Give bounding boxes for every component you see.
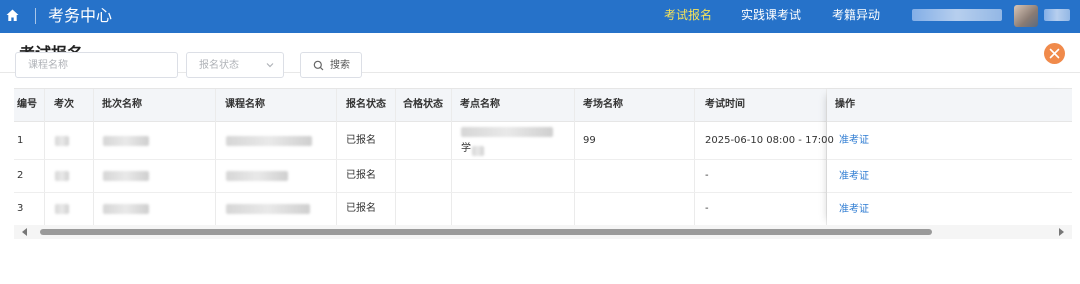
exam-room: 99 — [583, 135, 596, 146]
registration-status: 已报名 — [346, 135, 376, 146]
batch-name-redacted — [103, 171, 149, 181]
exam-site-redacted — [472, 146, 484, 156]
scroll-right-icon[interactable] — [1058, 228, 1064, 236]
batch-name-redacted — [103, 204, 149, 214]
row-number: 3 — [17, 203, 24, 214]
session-redacted — [55, 136, 69, 146]
nav-status-change[interactable]: 考籍异动 — [832, 7, 880, 23]
chevron-down-icon — [266, 63, 274, 68]
registration-table: 编号 考次 批次名称 课程名称 报名状态 合格状态 考点名称 考场名称 考试时间… — [14, 88, 1072, 228]
col-registration-status: 报名状态 — [346, 99, 386, 110]
course-name-redacted — [226, 136, 312, 146]
col-batch-name: 批次名称 — [102, 99, 142, 110]
course-name-redacted — [226, 204, 310, 214]
session-redacted — [55, 204, 69, 214]
course-name-placeholder: 课程名称 — [28, 60, 68, 71]
app-title: 考务中心 — [48, 6, 113, 25]
exam-time: - — [705, 203, 709, 214]
top-navigation-bar: 考务中心 考试报名 实践课考试 考籍异动 — [0, 0, 1080, 33]
exam-site-suffix: 学 — [461, 143, 471, 154]
row-number: 2 — [17, 170, 24, 181]
nav-practical-exam[interactable]: 实践课考试 — [741, 7, 801, 23]
row-number: 1 — [17, 135, 24, 146]
col-number: 编号 — [17, 99, 37, 110]
nav-exam-registration[interactable]: 考试报名 — [664, 7, 712, 23]
avatar[interactable] — [1014, 5, 1038, 27]
horizontal-scrollbar[interactable] — [14, 225, 1072, 239]
col-session: 考次 — [54, 99, 74, 110]
course-name-input[interactable]: 课程名称 — [15, 52, 178, 78]
title-divider — [35, 8, 36, 24]
batch-name-redacted — [103, 136, 149, 146]
search-label: 搜索 — [330, 60, 350, 71]
search-button[interactable]: 搜索 — [300, 52, 362, 78]
exam-time: 2025-06-10 08:00 - 17:00 — [705, 135, 834, 146]
col-exam-time: 考试时间 — [705, 99, 745, 110]
col-pass-status: 合格状态 — [403, 99, 443, 110]
col-exam-site: 考点名称 — [460, 99, 500, 110]
col-exam-room: 考场名称 — [583, 99, 623, 110]
close-icon — [1049, 48, 1060, 59]
scrollbar-thumb[interactable] — [40, 229, 932, 235]
registration-status: 已报名 — [346, 203, 376, 214]
col-course-name: 课程名称 — [225, 99, 265, 110]
search-icon — [313, 60, 324, 71]
home-icon[interactable] — [5, 8, 20, 23]
session-redacted — [55, 171, 69, 181]
user-role-redacted — [1044, 9, 1070, 21]
close-button[interactable] — [1044, 43, 1065, 64]
fixed-action-column — [827, 89, 1072, 226]
course-name-redacted — [226, 171, 288, 181]
status-placeholder: 报名状态 — [199, 60, 239, 71]
user-name-redacted — [912, 9, 1002, 21]
exam-time: - — [705, 170, 709, 181]
exam-site-redacted — [461, 127, 553, 137]
registration-status: 已报名 — [346, 170, 376, 181]
scroll-left-icon[interactable] — [22, 228, 28, 236]
status-select[interactable]: 报名状态 — [186, 52, 284, 78]
